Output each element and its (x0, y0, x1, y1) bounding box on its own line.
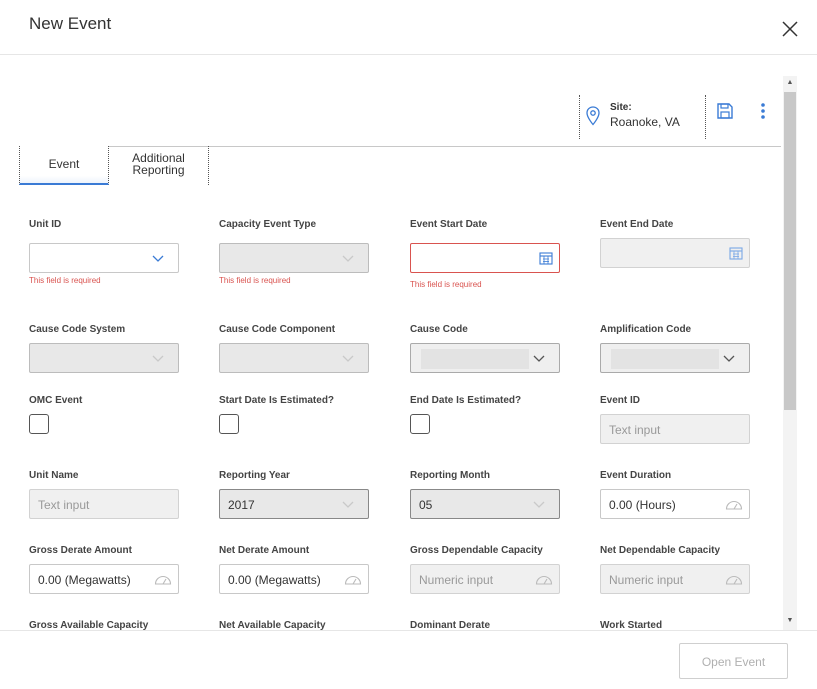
event-end-date-label: Event End Date (600, 219, 674, 230)
unit-id-label: Unit ID (29, 219, 62, 230)
event-duration-label: Event Duration (600, 470, 672, 481)
event-end-date-input[interactable] (600, 238, 750, 268)
amplification-code-value (611, 349, 719, 369)
chevron-down-icon (152, 255, 164, 262)
cause-code-value (421, 349, 529, 369)
open-event-button[interactable]: Open Event (679, 643, 788, 679)
net-derate-amount-label: Net Derate Amount (219, 545, 310, 556)
scroll-down-icon[interactable]: ▼ (783, 614, 797, 628)
site-value: Roanoke, VA (610, 115, 680, 129)
chevron-down-icon (152, 355, 164, 362)
save-icon[interactable] (716, 102, 734, 120)
gross-dependable-capacity-label: Gross Dependable Capacity (410, 545, 543, 556)
dialog-footer: Open Event (0, 630, 817, 689)
chevron-down-icon (723, 355, 735, 362)
gross-derate-amount-value: 0.00 (Megawatts) (38, 573, 131, 587)
event-id-input[interactable]: Text input (600, 414, 750, 444)
net-derate-amount-input[interactable]: 0.00 (Megawatts) (219, 564, 369, 594)
chevron-down-icon (533, 501, 545, 508)
reporting-month-label: Reporting Month (410, 470, 490, 481)
capacity-event-type-label: Capacity Event Type (219, 219, 317, 230)
dialog-header: New Event (0, 0, 817, 55)
event-id-placeholder: Text input (609, 423, 661, 437)
cause-code-component-label: Cause Code Component (219, 324, 336, 335)
net-dependable-capacity-label: Net Dependable Capacity (600, 545, 721, 556)
omc-event-checkbox[interactable] (29, 414, 49, 434)
start-date-estimated-checkbox[interactable] (219, 414, 239, 434)
event-start-date-error: This field is required (410, 280, 482, 289)
scroll-up-icon[interactable]: ▲ (783, 76, 797, 90)
tab-event-label: Event (48, 157, 80, 171)
gross-derate-amount-input[interactable]: 0.00 (Megawatts) (29, 564, 179, 594)
unit-name-placeholder: Text input (38, 498, 90, 512)
vertical-scrollbar[interactable]: ▲ ▼ (783, 76, 797, 630)
omc-event-label: OMC Event (29, 395, 83, 406)
start-date-estimated-label: Start Date Is Estimated? (219, 395, 335, 406)
location-pin-icon (586, 106, 600, 126)
event-duration-value: 0.00 (Hours) (609, 498, 676, 512)
end-date-estimated-label: End Date Is Estimated? (410, 395, 522, 406)
gauge-icon (344, 576, 362, 585)
tab-additional-reporting-label: Additional Reporting (132, 151, 185, 177)
event-duration-input[interactable]: 0.00 (Hours) (600, 489, 750, 519)
net-derate-amount-value: 0.00 (Megawatts) (228, 573, 321, 587)
gauge-icon (725, 501, 743, 510)
more-options-icon[interactable] (757, 102, 769, 120)
site-label: Site: (610, 102, 632, 113)
gross-dependable-capacity-placeholder: Numeric input (419, 573, 494, 587)
reporting-year-select[interactable]: 2017 (219, 489, 369, 519)
unit-name-label: Unit Name (29, 470, 79, 481)
gauge-icon (154, 576, 172, 585)
scrollbar-thumb[interactable] (784, 92, 796, 410)
tab-event[interactable]: Event (19, 146, 109, 185)
chevron-down-icon (342, 501, 354, 508)
calendar-icon (729, 247, 743, 260)
cause-code-component-select[interactable] (219, 343, 369, 373)
calendar-icon[interactable] (539, 251, 553, 265)
cause-code-label: Cause Code (410, 324, 468, 335)
capacity-event-type-error: This field is required (219, 276, 291, 285)
reporting-year-value: 2017 (228, 498, 255, 512)
net-dependable-capacity-input[interactable]: Numeric input (600, 564, 750, 594)
toolbar-divider (579, 95, 580, 139)
chevron-down-icon (342, 255, 354, 262)
unit-id-error: This field is required (29, 276, 101, 285)
cause-code-system-select[interactable] (29, 343, 179, 373)
dialog-title: New Event (29, 14, 112, 33)
amplification-code-label: Amplification Code (600, 324, 692, 335)
reporting-month-value: 05 (419, 498, 433, 512)
gross-dependable-capacity-input[interactable]: Numeric input (410, 564, 560, 594)
amplification-code-select[interactable] (600, 343, 750, 373)
unit-name-input[interactable]: Text input (29, 489, 179, 519)
chevron-down-icon (533, 355, 545, 362)
reporting-year-label: Reporting Year (219, 470, 290, 481)
cause-code-system-label: Cause Code System (29, 324, 126, 335)
end-date-estimated-checkbox[interactable] (410, 414, 430, 434)
gauge-icon (535, 576, 553, 585)
cause-code-select[interactable] (410, 343, 560, 373)
event-start-date-input[interactable] (410, 243, 560, 273)
gross-derate-amount-label: Gross Derate Amount (29, 545, 132, 556)
net-dependable-capacity-placeholder: Numeric input (609, 573, 684, 587)
close-icon[interactable] (779, 18, 801, 40)
tab-additional-reporting[interactable]: Additional Reporting (109, 146, 209, 185)
capacity-event-type-select[interactable] (219, 243, 369, 273)
unit-id-select[interactable] (29, 243, 179, 273)
event-start-date-label: Event Start Date (410, 219, 488, 230)
reporting-month-select[interactable]: 05 (410, 489, 560, 519)
gauge-icon (725, 576, 743, 585)
chevron-down-icon (342, 355, 354, 362)
event-id-label: Event ID (600, 395, 641, 406)
toolbar-divider (705, 95, 706, 139)
